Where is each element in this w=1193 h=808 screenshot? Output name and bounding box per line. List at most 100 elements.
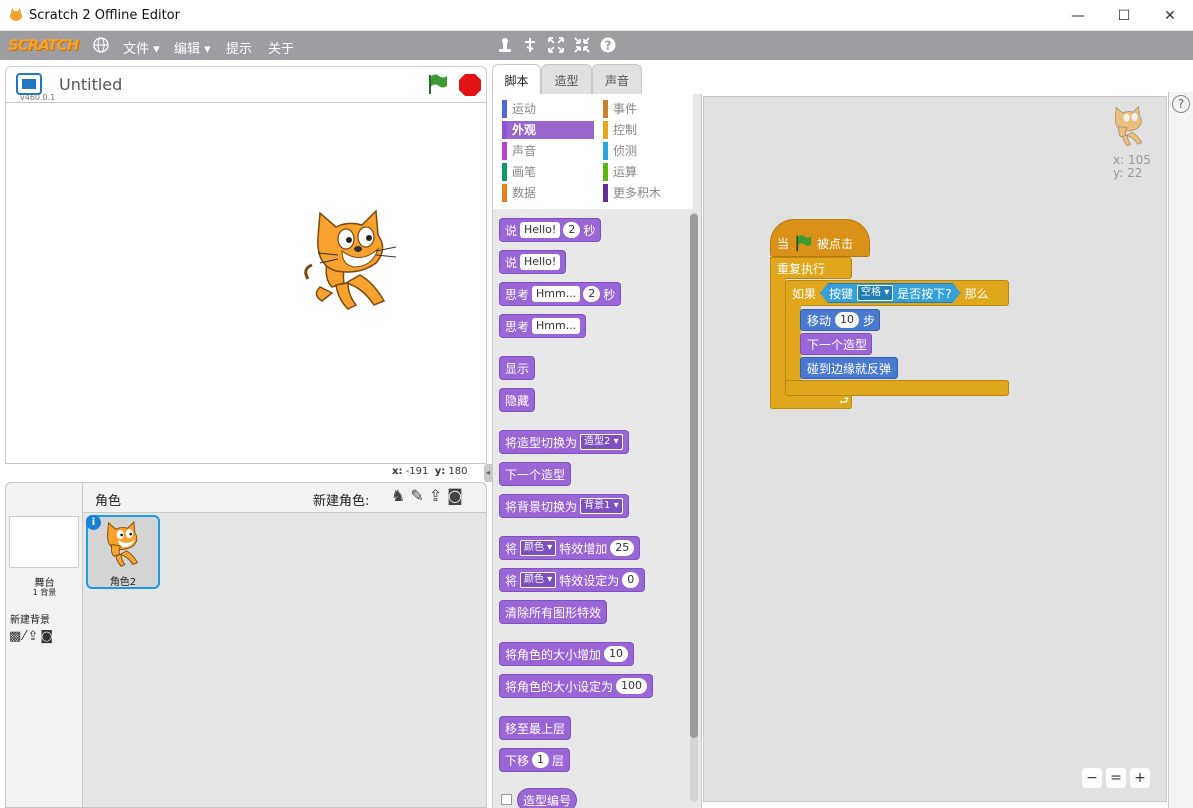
- stage-thumbnail[interactable]: [9, 516, 79, 568]
- stage-column: 舞台 1 背景 新建背景 ▩⁄⇪◙: [6, 483, 83, 807]
- reporter-checkbox[interactable]: [501, 794, 512, 805]
- block-hide[interactable]: 隐藏: [499, 388, 536, 412]
- block-show[interactable]: 显示: [499, 356, 536, 380]
- duplicate-icon[interactable]: [497, 37, 513, 53]
- if-arm: [785, 305, 801, 381]
- category-sound[interactable]: 声音: [502, 142, 594, 160]
- category-data[interactable]: 数据: [502, 184, 594, 202]
- cat-thumbnail-icon: [107, 521, 139, 567]
- script-when-flag-clicked[interactable]: 当 被点击: [770, 219, 870, 257]
- cut-icon[interactable]: [522, 37, 538, 53]
- globe-icon[interactable]: [93, 37, 109, 53]
- key-pressed-condition[interactable]: 按键 空格 ▾ 是否按下?: [820, 283, 961, 303]
- block-set-effect[interactable]: 将颜色 ▾ 特效设定为 0: [499, 568, 646, 592]
- forever-arm: [770, 278, 786, 392]
- scratch-logo[interactable]: SCRATCH: [8, 36, 79, 54]
- block-change-effect[interactable]: 将颜色 ▾ 特效增加 25: [499, 536, 641, 560]
- new-sprite-label: 新建角色:: [313, 494, 370, 509]
- version-label: v460.0.1: [20, 93, 56, 102]
- zoom-in-button[interactable]: +: [1130, 768, 1150, 788]
- block-clear-effects[interactable]: 清除所有图形特效: [499, 600, 608, 624]
- sprite-thumbnail[interactable]: i 角色2: [86, 515, 160, 589]
- sprite-x-readout: x: 105: [1113, 153, 1151, 167]
- scripts-area[interactable]: x: 105 y: 22 当 被点击 重复执行 ⮐ 如果 按键 空格 ▾ 是否按…: [703, 96, 1167, 802]
- paint-sprite-icon[interactable]: ✎: [410, 486, 428, 505]
- block-say-for-secs[interactable]: 说 Hello! 2 秒: [499, 218, 602, 242]
- category-operators[interactable]: 运算: [603, 163, 693, 181]
- green-flag-icon[interactable]: [426, 73, 448, 95]
- stop-icon[interactable]: [458, 73, 482, 97]
- block-think-for-secs[interactable]: 思考 Hmm... 2 秒: [499, 282, 622, 306]
- zoom-out-button[interactable]: −: [1082, 768, 1102, 788]
- maximize-button[interactable]: ☐: [1101, 0, 1147, 31]
- cat-sprite-icon[interactable]: [302, 209, 402, 315]
- stage-canvas[interactable]: [5, 102, 487, 464]
- file-menu[interactable]: 文件 ▾: [123, 38, 160, 57]
- camera-backdrop-icon[interactable]: ◙: [40, 629, 55, 644]
- sprite-y-readout: y: 22: [1113, 166, 1143, 180]
- title-bar: Scratch 2 Offline Editor — ☐ ✕: [0, 0, 1193, 31]
- menu-bar: SCRATCH 文件 ▾ 编辑 ▾ 提示 关于 ?: [0, 31, 1193, 60]
- block-think[interactable]: 思考 Hmm...: [499, 314, 587, 338]
- green-flag-icon: [796, 235, 812, 252]
- category-more-blocks[interactable]: 更多积木: [603, 184, 693, 202]
- close-button[interactable]: ✕: [1147, 0, 1193, 31]
- category-looks[interactable]: 外观: [502, 121, 594, 139]
- tab-scripts[interactable]: 脚本: [492, 64, 541, 96]
- palette-scroll-thumb[interactable]: [690, 214, 698, 738]
- sprite-library-icon[interactable]: ♞: [391, 486, 410, 505]
- category-control[interactable]: 控制: [603, 121, 693, 139]
- block-change-size[interactable]: 将角色的大小增加 10: [499, 642, 635, 666]
- about-menu[interactable]: 关于: [268, 38, 294, 57]
- script-next-costume[interactable]: 下一个造型: [800, 333, 872, 355]
- minimize-button[interactable]: —: [1055, 0, 1101, 31]
- script-if-then[interactable]: 如果 按键 空格 ▾ 是否按下? 那么: [785, 280, 1009, 306]
- block-next-costume[interactable]: 下一个造型: [499, 462, 572, 486]
- sprite-preview-icon: [1114, 105, 1143, 147]
- project-title[interactable]: Untitled: [59, 75, 122, 94]
- block-switch-costume[interactable]: 将造型切换为 造型2 ▾: [499, 430, 629, 454]
- help-question-icon[interactable]: ?: [1172, 95, 1190, 113]
- block-say[interactable]: 说 Hello!: [499, 250, 567, 274]
- scratch-cat-icon: [10, 8, 22, 21]
- block-go-back-layers[interactable]: 下移 1 层: [499, 748, 571, 772]
- help-strip: ?: [1168, 92, 1193, 808]
- block-switch-backdrop[interactable]: 将背景切换为 背景1 ▾: [499, 494, 629, 518]
- category-pen[interactable]: 画笔: [502, 163, 594, 181]
- tab-costumes[interactable]: 造型: [541, 64, 592, 95]
- sprites-title: 角色: [95, 494, 122, 509]
- presentation-mode-icon[interactable]: [16, 73, 42, 95]
- upload-sprite-icon[interactable]: ⇪: [429, 486, 447, 505]
- script-bounce-on-edge[interactable]: 碰到边缘就反弹: [800, 357, 898, 379]
- tab-sounds[interactable]: 声音: [592, 64, 642, 95]
- script-move-steps[interactable]: 移动 10 步: [800, 309, 880, 331]
- shrink-icon[interactable]: [574, 37, 590, 53]
- if-foot: [785, 380, 1009, 396]
- block-go-to-front[interactable]: 移至最上层: [499, 716, 572, 740]
- stage-header: Untitled v460.0.1: [5, 66, 487, 103]
- mouse-coordinates: x: -191 y: 180: [392, 466, 468, 477]
- category-sensing[interactable]: 侦测: [603, 142, 693, 160]
- category-list: 运动 事件 外观 控制 声音 侦测 画笔 运算 数据 更多积木: [493, 94, 693, 209]
- zoom-reset-button[interactable]: =: [1106, 768, 1126, 788]
- info-icon[interactable]: i: [86, 515, 101, 530]
- backdrop-library-icon[interactable]: ▩: [9, 629, 23, 644]
- window-title: Scratch 2 Offline Editor: [29, 8, 180, 23]
- sprite-pane: 舞台 1 背景 新建背景 ▩⁄⇪◙ 角色 新建角色: ♞✎⇪◙ i 角色2: [5, 482, 487, 808]
- grow-icon[interactable]: [548, 37, 564, 53]
- upload-backdrop-icon[interactable]: ⇪: [27, 629, 40, 644]
- camera-sprite-icon[interactable]: ◙: [447, 486, 468, 505]
- sprite-name-label: 角色2: [109, 577, 137, 588]
- category-events[interactable]: 事件: [603, 100, 693, 118]
- block-set-size[interactable]: 将角色的大小设定为 100: [499, 674, 654, 698]
- category-motion[interactable]: 运动: [502, 100, 594, 118]
- sprites-header: 角色 新建角色: ♞✎⇪◙: [83, 483, 486, 513]
- collapse-stage-button[interactable]: ◂: [484, 464, 492, 482]
- script-forever[interactable]: 重复执行: [770, 257, 852, 279]
- block-palette: 运动 事件 外观 控制 声音 侦测 画笔 运算 数据 更多积木 说 Hello! 2…: [492, 94, 702, 808]
- edit-menu[interactable]: 编辑 ▾: [174, 38, 211, 57]
- block-costume-number[interactable]: 造型编号: [517, 788, 578, 808]
- help-icon[interactable]: ?: [600, 37, 616, 53]
- tips-menu[interactable]: 提示: [226, 38, 252, 57]
- palette-blocks: 说 Hello! 2 秒 说 Hello! 思考 Hmm... 2 秒 思考 Hmm... 显示…: [493, 212, 693, 808]
